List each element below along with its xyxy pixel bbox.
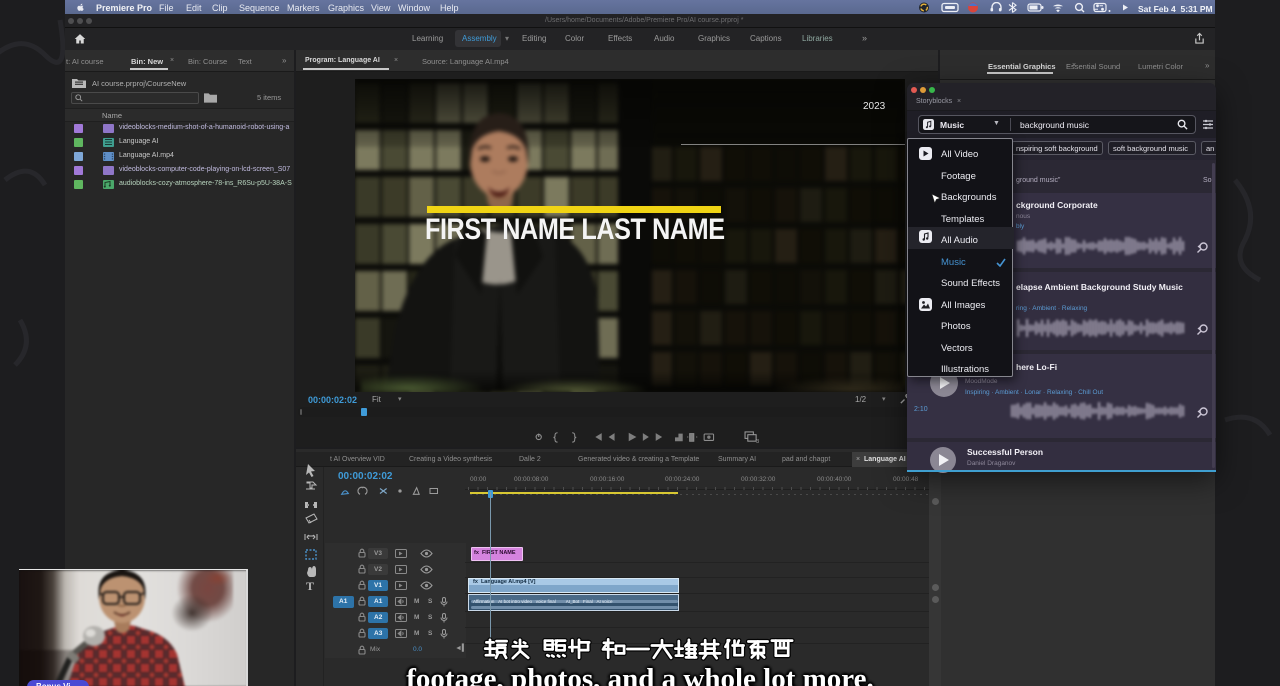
svg-text:T: T — [306, 579, 314, 592]
svg-text:3: 3 — [756, 439, 759, 443]
